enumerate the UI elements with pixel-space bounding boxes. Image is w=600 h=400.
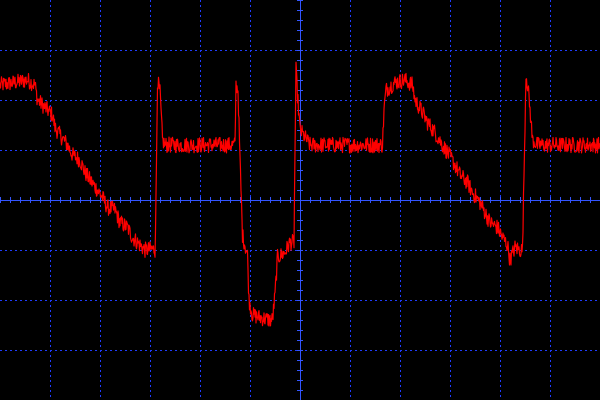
oscilloscope-screen: [0, 0, 600, 400]
scope-display: [0, 0, 600, 400]
